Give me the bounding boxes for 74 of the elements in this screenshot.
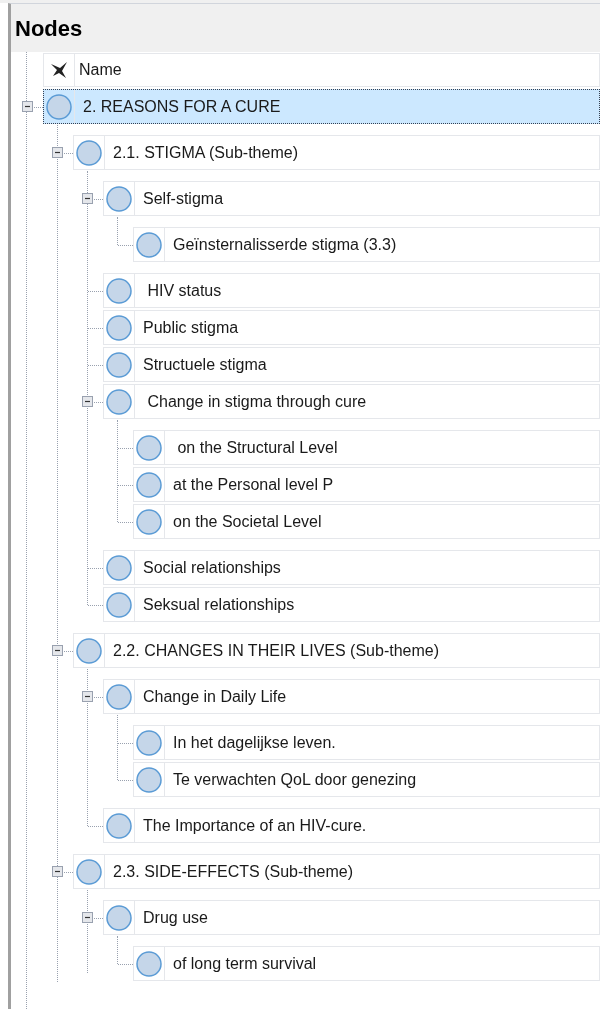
node-circle-icon [106, 351, 132, 378]
tree-node-row[interactable]: Geïnsternalisserde stigma (3.3) [133, 227, 600, 262]
node-circle-icon [136, 471, 162, 498]
collapse-icon[interactable] [22, 101, 33, 112]
node-label: Te verwachten QoL door genezing [172, 769, 417, 790]
node-label: 2. REASONS FOR A CURE [82, 96, 281, 117]
tree-node-row[interactable]: HIV status [103, 273, 600, 308]
node-label: at the Personal level P [172, 474, 334, 495]
node-circle-icon [136, 508, 162, 535]
tree-node-row[interactable]: Self-stigma [103, 181, 600, 216]
panel-title: Nodes [15, 14, 83, 43]
node-circle-icon [136, 766, 162, 793]
node-circle-icon [106, 314, 132, 341]
node-circle-icon [136, 434, 162, 461]
node-circle-icon [106, 554, 132, 581]
collapse-icon[interactable] [82, 912, 93, 923]
node-label: In het dagelijkse leven. [172, 732, 336, 753]
tree-node-row[interactable]: on the Societal Level [133, 504, 600, 539]
node-label: of long term survival [172, 953, 317, 974]
node-label: Change in Daily Life [142, 686, 287, 707]
node-label: The Importance of an HIV-cure. [142, 815, 367, 836]
tree-node-row[interactable]: Change in stigma through cure [103, 384, 600, 419]
tree-node-row[interactable]: 2. REASONS FOR A CURE [43, 89, 600, 124]
tree-node-row[interactable]: Structuele stigma [103, 347, 600, 382]
collapse-icon[interactable] [52, 645, 63, 656]
collapse-icon[interactable] [52, 147, 63, 158]
tree-node-row[interactable]: Public stigma [103, 310, 600, 345]
tree-node-row[interactable]: Social relationships [103, 550, 600, 585]
node-label: 2.1. STIGMA (Sub-theme) [112, 142, 298, 163]
node-circle-icon [106, 904, 132, 931]
node-circle-icon [136, 950, 162, 977]
tree-node-row[interactable]: The Importance of an HIV-cure. [103, 808, 600, 843]
node-label: on the Societal Level [172, 511, 322, 532]
node-label: Self-stigma [142, 188, 224, 209]
node-label: Drug use [142, 907, 208, 928]
tree-node-row[interactable]: Te verwachten QoL door genezing [133, 762, 600, 797]
node-label: on the Structural Level [176, 437, 338, 458]
node-label: Public stigma [142, 317, 239, 338]
collapse-icon[interactable] [82, 396, 93, 407]
node-circle-icon [46, 93, 72, 120]
node-circle-icon [106, 683, 132, 710]
node-label: Social relationships [142, 557, 281, 578]
tree-node-row[interactable]: Seksual relationships [103, 587, 600, 622]
node-label: 2.3. SIDE-EFFECTS (Sub-theme) [112, 861, 354, 882]
collapse-icon[interactable] [82, 691, 93, 702]
column-label: Name [78, 60, 122, 80]
tree-node-row[interactable]: In het dagelijkse leven. [133, 725, 600, 760]
node-label: 2.2. CHANGES IN THEIR LIVES (Sub-theme) [112, 640, 440, 661]
node-circle-icon [136, 729, 162, 756]
node-circle-icon [106, 185, 132, 212]
tree-node-row[interactable]: Drug use [103, 900, 600, 935]
node-label: Structuele stigma [142, 354, 267, 375]
tree-node-row[interactable]: of long term survival [133, 946, 600, 981]
node-circle-icon [106, 277, 132, 304]
tree-node-row[interactable]: 2.2. CHANGES IN THEIR LIVES (Sub-theme) [73, 633, 600, 668]
node-label: Change in stigma through cure [146, 391, 367, 412]
tree-node-row[interactable]: at the Personal level P [133, 467, 600, 502]
tree-node-row[interactable]: 2.3. SIDE-EFFECTS (Sub-theme) [73, 854, 600, 889]
tree-node-row[interactable]: Change in Daily Life [103, 679, 600, 714]
column-header[interactable]: Name [43, 53, 600, 87]
node-circle-icon [106, 812, 132, 839]
node-circle-icon [106, 388, 132, 415]
node-circle-icon [76, 139, 102, 166]
node-label: Seksual relationships [142, 594, 295, 615]
node-label: Geïnsternalisserde stigma (3.3) [172, 234, 397, 255]
node-circle-icon [76, 858, 102, 885]
collapse-icon[interactable] [82, 193, 93, 204]
node-label: HIV status [146, 280, 222, 301]
collapse-icon[interactable] [52, 866, 63, 877]
node-circle-icon [106, 591, 132, 618]
tree-node-row[interactable]: on the Structural Level [133, 430, 600, 465]
node-circle-icon [136, 231, 162, 258]
tree-node-row[interactable]: 2.1. STIGMA (Sub-theme) [73, 135, 600, 170]
node-circle-icon [76, 637, 102, 664]
